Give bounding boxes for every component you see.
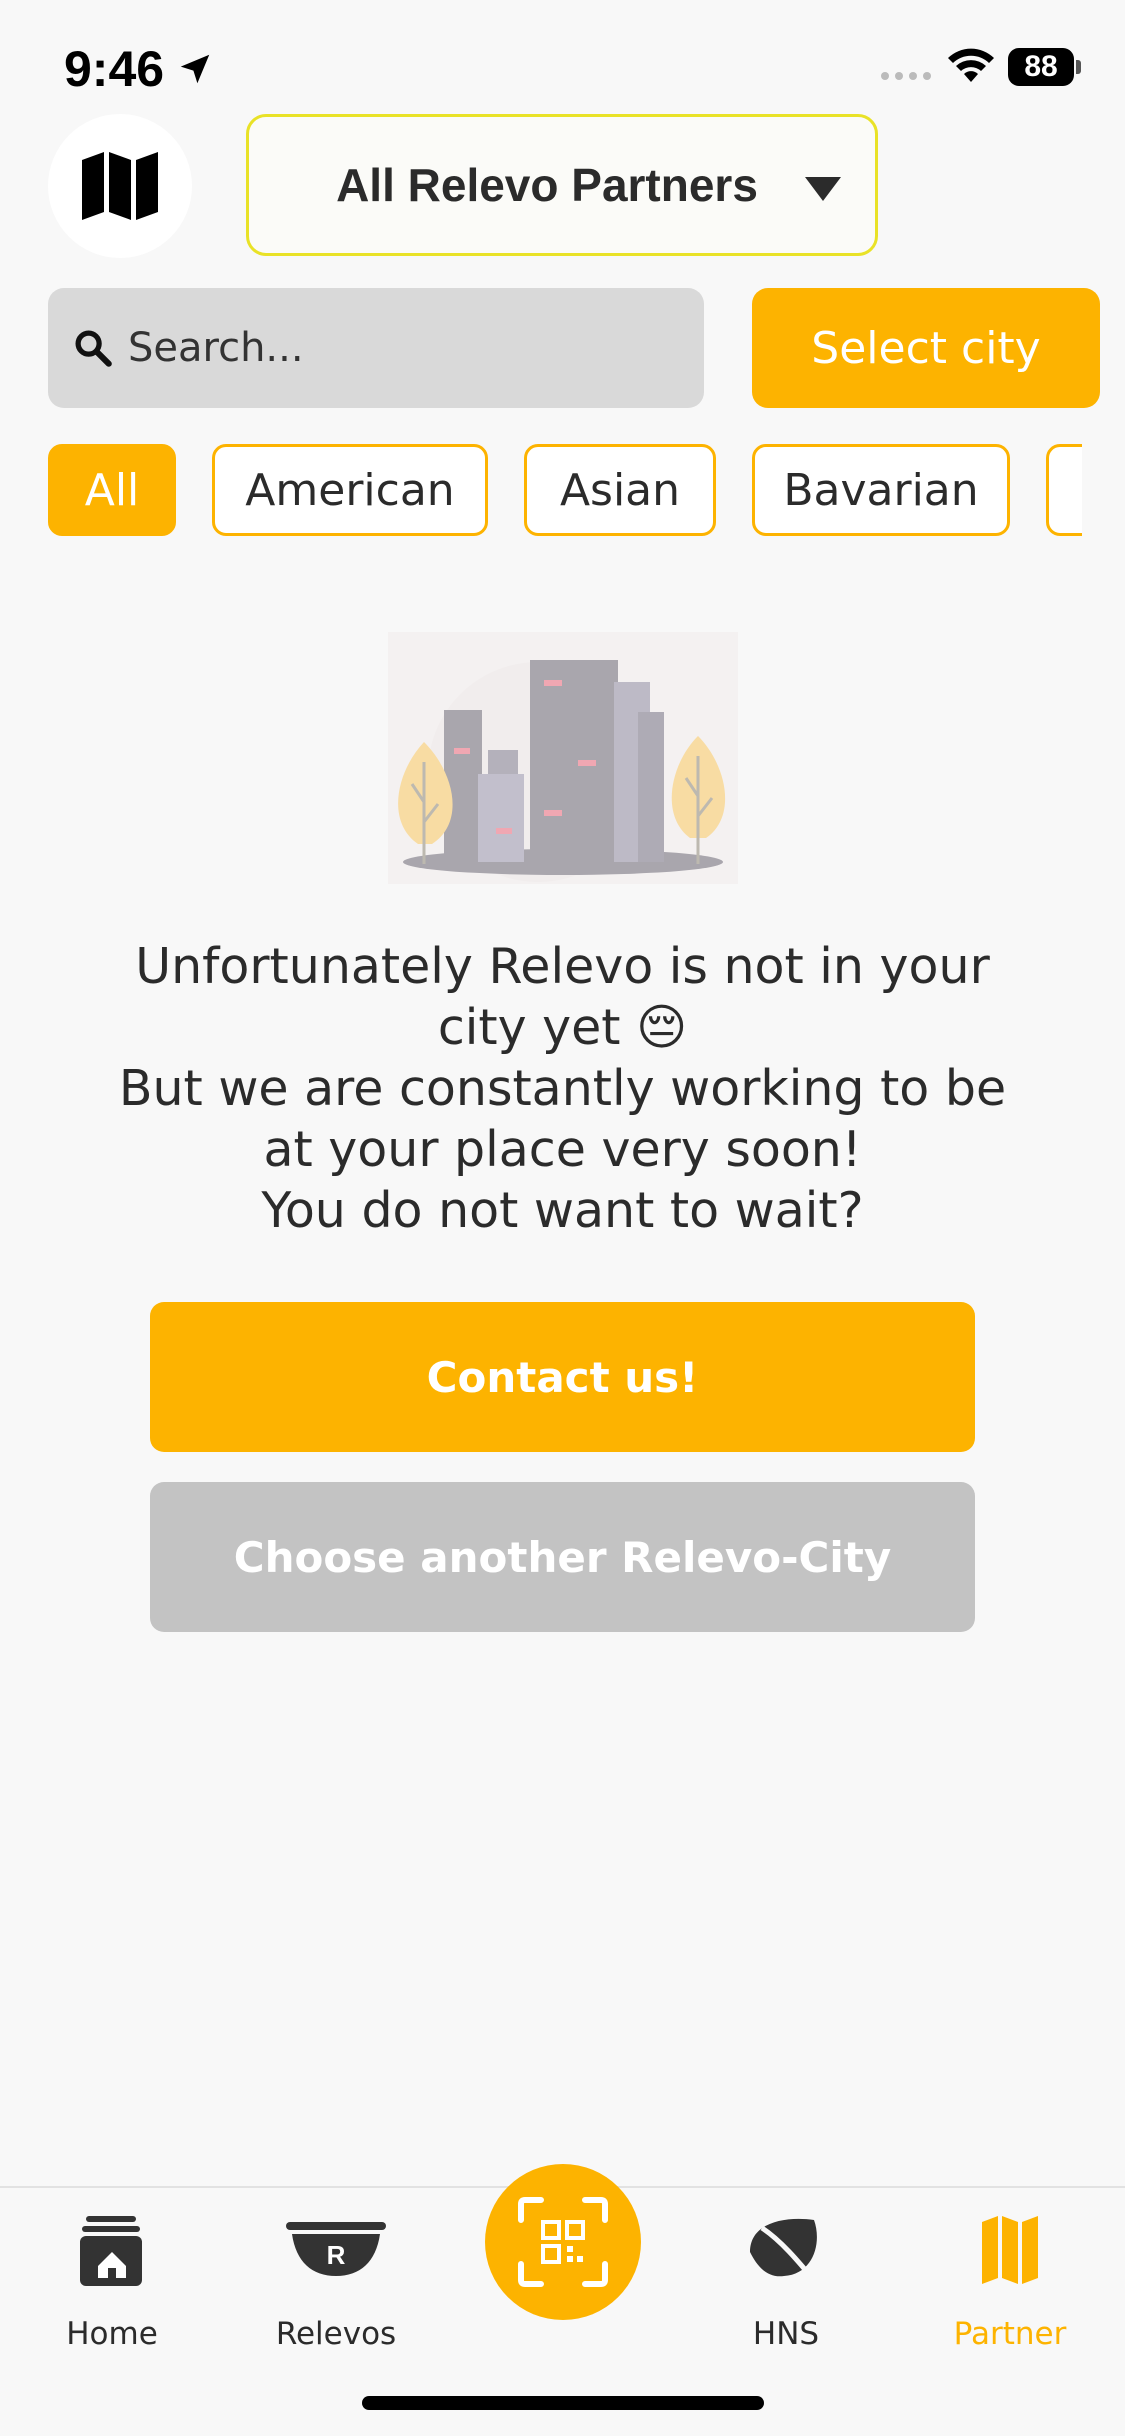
contact-us-button[interactable]: Contact us! — [150, 1302, 975, 1452]
search-icon — [75, 330, 112, 367]
qr-scan-button[interactable] — [485, 2164, 641, 2320]
search-bar[interactable] — [48, 288, 704, 408]
select-city-button[interactable]: Select city — [752, 288, 1100, 408]
home-indicator — [362, 2396, 764, 2410]
chip-american[interactable]: American — [212, 444, 488, 536]
home-icon — [80, 2216, 142, 2286]
cellular-signal-icon — [881, 72, 931, 80]
partner-filter-dropdown[interactable]: All Relevo Partners — [246, 114, 878, 256]
not-available-message: Unfortunately Relevo is not in your city… — [100, 936, 1025, 1241]
message-line-5: You do not want to wait? — [261, 1182, 864, 1239]
partner-filter-label: All Relevo Partners — [336, 159, 758, 211]
qr-scan-icon — [518, 2197, 608, 2287]
battery-level: 88 — [1024, 50, 1058, 83]
wifi-icon — [948, 48, 994, 82]
battery-tip — [1076, 60, 1081, 74]
message-line-2: city yet 😔 — [437, 999, 688, 1056]
tab-relevos[interactable]: R Relevos — [246, 2212, 426, 2362]
svg-text:R: R — [327, 2240, 346, 2270]
map-view-button[interactable] — [48, 114, 192, 258]
message-line-4: at your place very soon! — [263, 1121, 862, 1178]
tab-home-label: Home — [66, 2316, 158, 2352]
bowl-icon: R — [286, 2222, 386, 2276]
chevron-down-icon — [805, 177, 841, 201]
message-line-3: But we are constantly working to be — [118, 1060, 1007, 1117]
tab-hns-label: HNS — [752, 2316, 820, 2352]
location-arrow-icon — [180, 54, 210, 84]
empty-city-illustration — [388, 632, 738, 884]
status-time: 9:46 — [64, 41, 165, 97]
tab-hns[interactable]: HNS — [696, 2212, 876, 2362]
chip-bavarian[interactable]: Bavarian — [752, 444, 1010, 536]
chip-all[interactable]: All — [48, 444, 176, 536]
search-input[interactable] — [128, 325, 668, 371]
tab-relevos-label: Relevos — [275, 2316, 397, 2352]
choose-another-city-button[interactable]: Choose another Relevo-City — [150, 1482, 975, 1632]
map-icon — [982, 2216, 1038, 2284]
map-icon — [82, 152, 158, 220]
chip-next[interactable] — [1046, 444, 1082, 536]
tab-home[interactable]: Home — [22, 2212, 202, 2362]
battery-indicator: 88 — [1008, 48, 1074, 86]
category-chips: All American Asian Bavarian — [48, 444, 1082, 538]
chip-asian[interactable]: Asian — [524, 444, 716, 536]
leaf-icon — [750, 2218, 824, 2292]
tab-partner-label: Partner — [953, 2316, 1067, 2352]
tab-partner[interactable]: Partner — [920, 2212, 1100, 2362]
message-line-1: Unfortunately Relevo is not in your — [135, 938, 990, 995]
